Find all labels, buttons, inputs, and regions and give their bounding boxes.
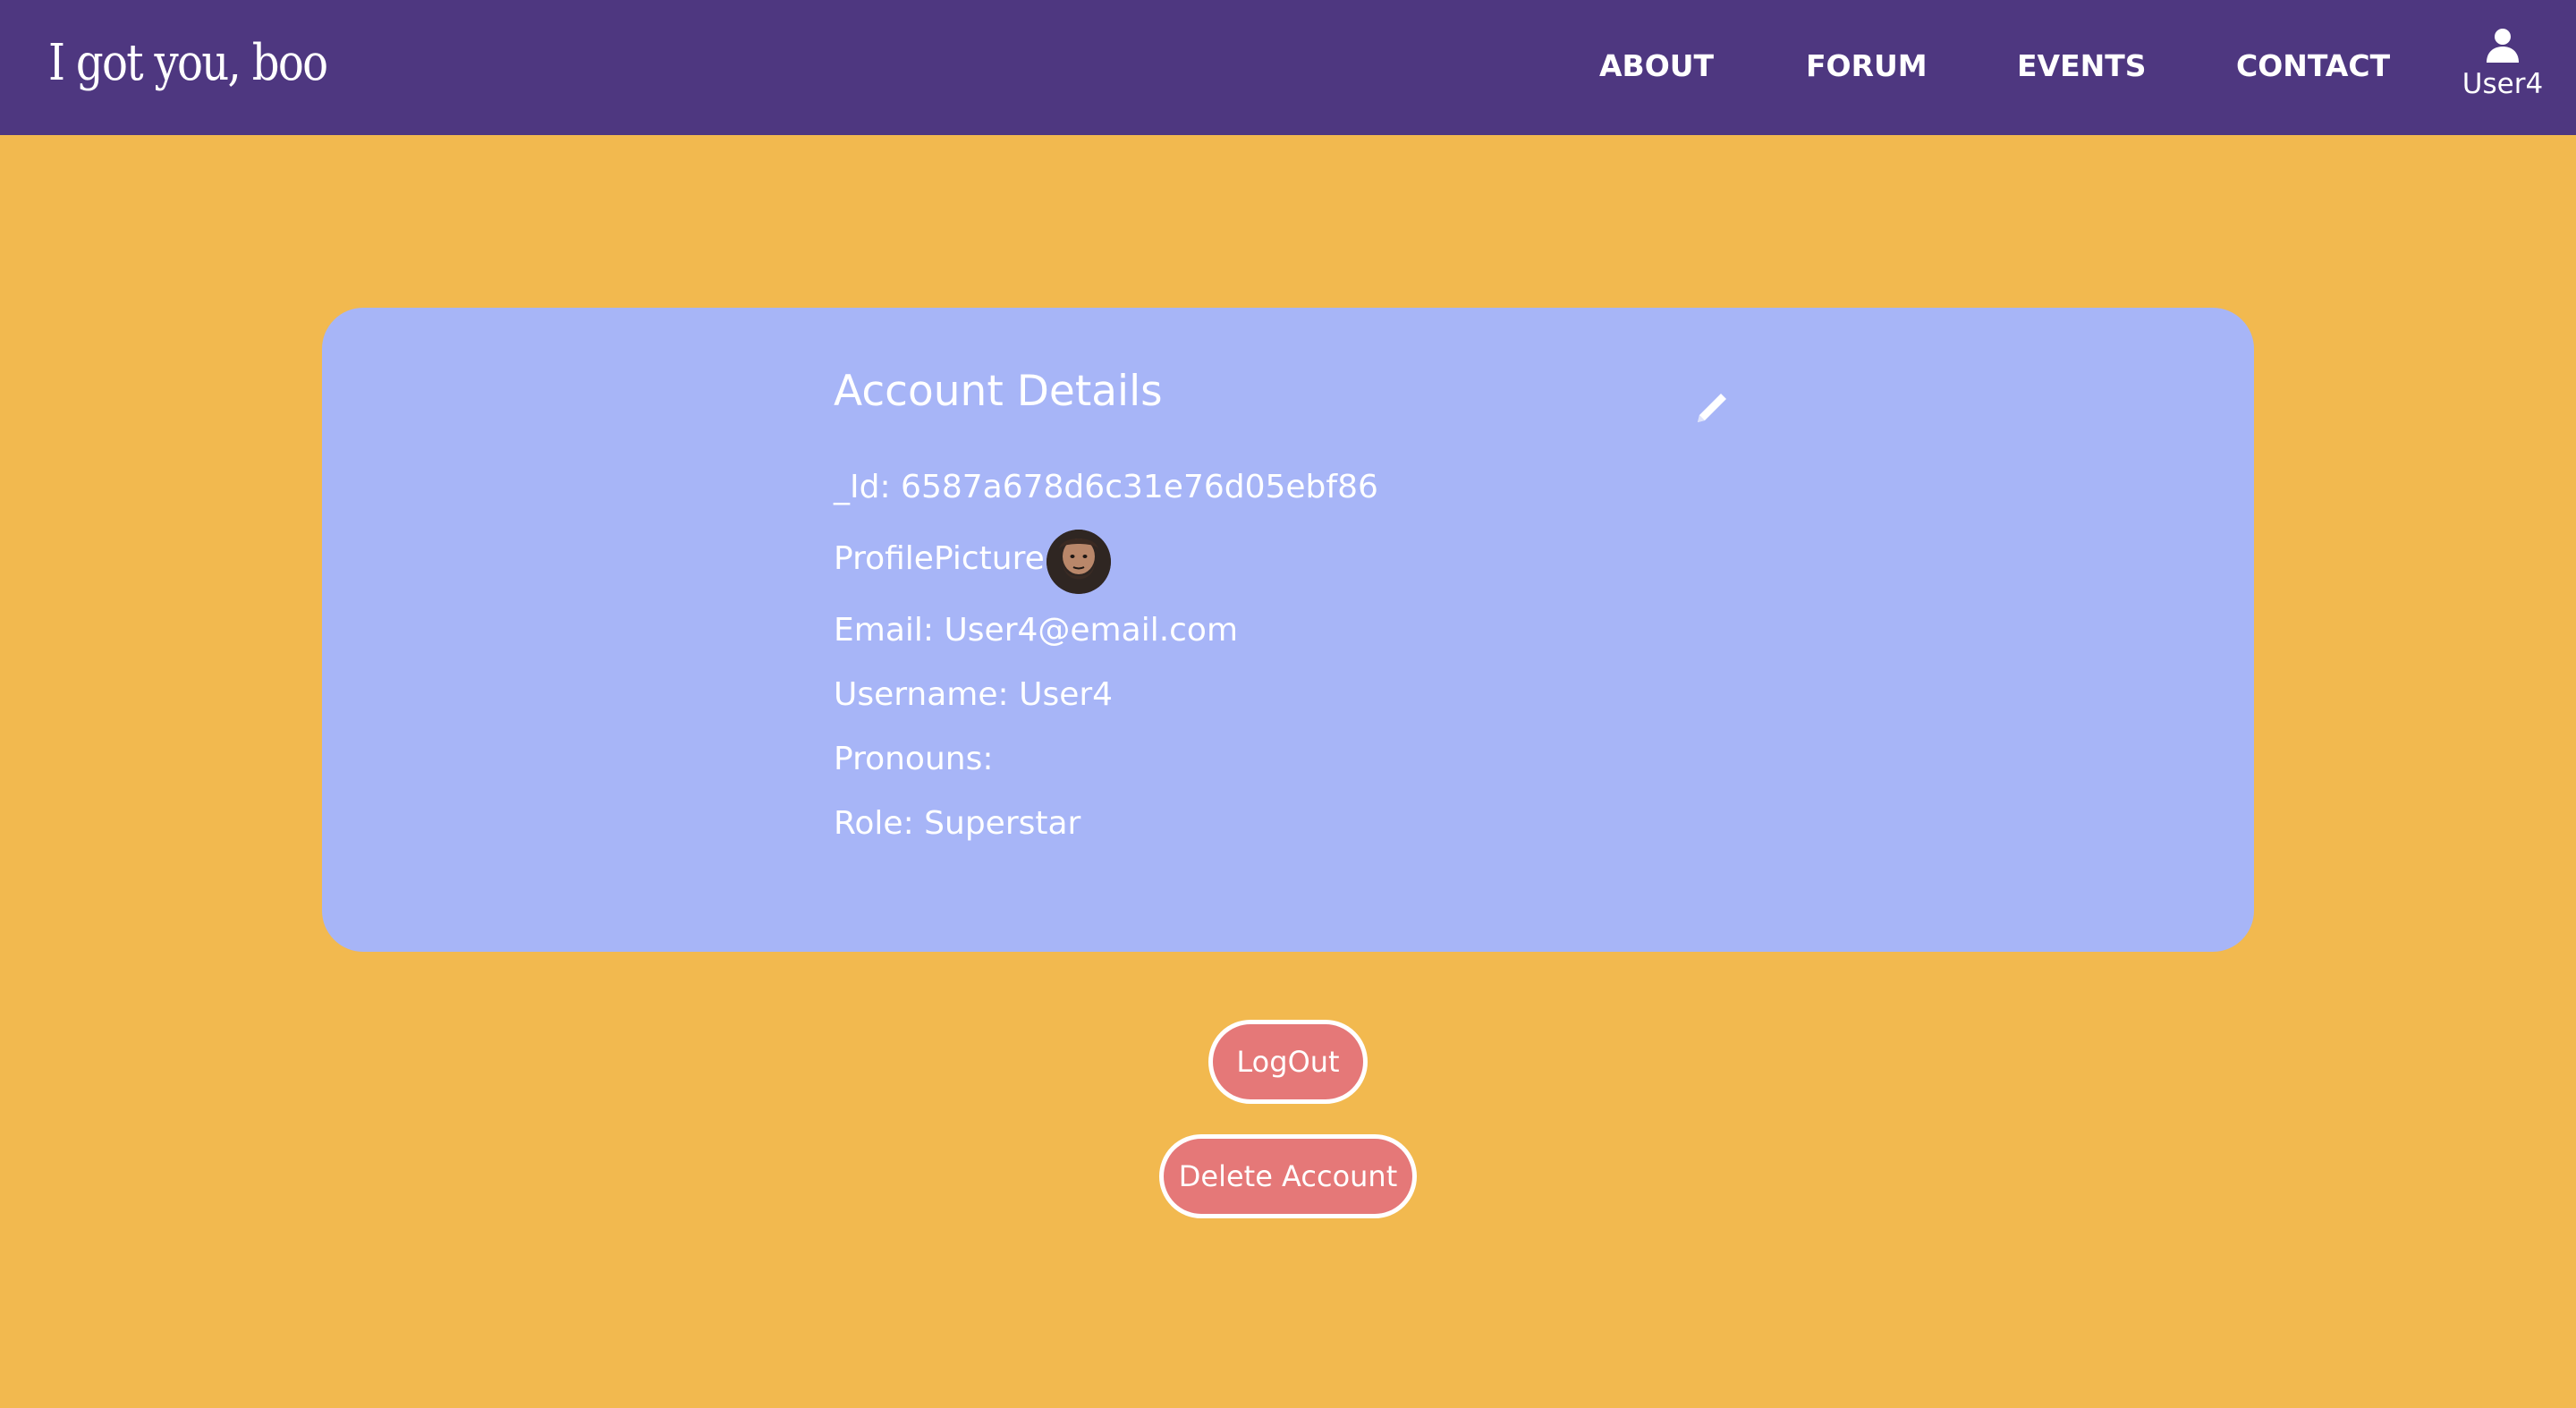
account-details-card: Account Details _Id: 6587a678d6c31e76d05… bbox=[322, 308, 2254, 952]
card-title: Account Details bbox=[834, 367, 1163, 416]
nav-link-about[interactable]: ABOUT bbox=[1599, 48, 1714, 83]
pencil-icon bbox=[1698, 394, 1726, 422]
account-id-field: _Id: 6587a678d6c31e76d05ebf86 bbox=[834, 469, 1378, 505]
email-field: Email: User4@email.com bbox=[834, 612, 1239, 649]
username-field: Username: User4 bbox=[834, 676, 1114, 713]
profile-avatar bbox=[1046, 530, 1111, 594]
user-menu[interactable]: User4 bbox=[2451, 25, 2555, 111]
delete-account-button[interactable]: Delete Account bbox=[1159, 1134, 1417, 1218]
site-logo[interactable]: I got you, boo bbox=[48, 34, 328, 92]
role-field: Role: Superstar bbox=[834, 805, 1081, 842]
person-icon bbox=[2487, 29, 2519, 63]
nav-link-forum[interactable]: FORUM bbox=[1806, 48, 1928, 83]
profile-picture-label: ProfilePicture: bbox=[834, 540, 1055, 577]
nav-link-contact[interactable]: CONTACT bbox=[2236, 48, 2390, 83]
user-label: User4 bbox=[2462, 68, 2544, 100]
nav-link-events[interactable]: EVENTS bbox=[2017, 48, 2147, 83]
edit-account-button[interactable] bbox=[1690, 386, 1733, 429]
logout-button[interactable]: LogOut bbox=[1208, 1020, 1368, 1104]
pronouns-field: Pronouns: bbox=[834, 741, 994, 777]
top-navbar: I got you, boo ABOUT FORUM EVENTS CONTAC… bbox=[0, 0, 2576, 135]
